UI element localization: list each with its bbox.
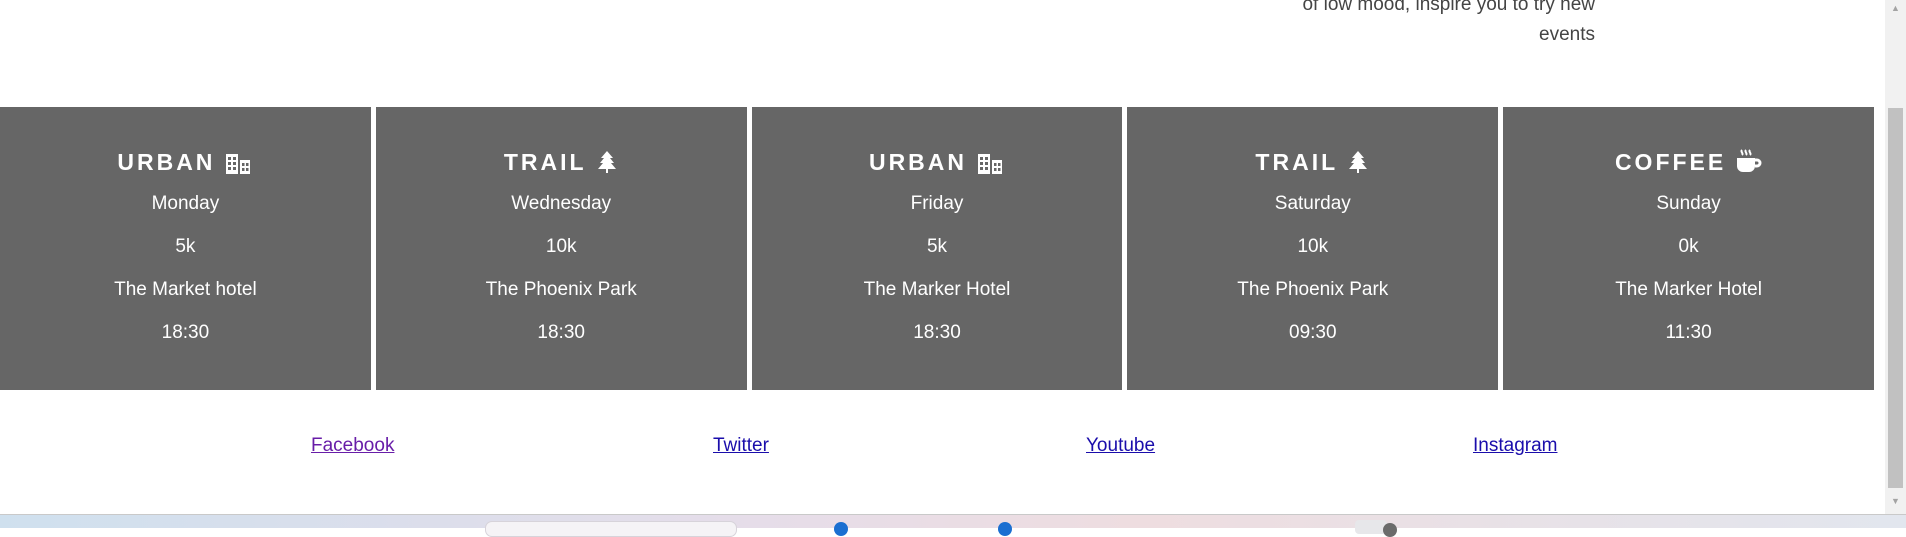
city-icon <box>975 150 1005 174</box>
coffee-icon <box>1734 149 1762 175</box>
scroll-down-arrow-icon[interactable]: ▼ <box>1885 493 1906 510</box>
card-time: 18:30 <box>913 322 961 343</box>
card-location: The Phoenix Park <box>1237 279 1389 300</box>
card-day: Friday <box>910 193 964 214</box>
card-title-label: URBAN <box>117 148 216 175</box>
card-time: 18:30 <box>537 322 585 343</box>
taskbar-search-box[interactable] <box>485 521 737 537</box>
schedule-card-friday: URBAN Friday 5k The Marker Hotel 18:30 <box>751 107 1123 390</box>
youtube-link[interactable]: Youtube <box>1086 435 1155 457</box>
schedule-card-monday: URBAN Monday 5k The Market hotel 18:30 <box>0 107 371 390</box>
card-location: The Phoenix Park <box>485 279 637 300</box>
card-location: The Marker Hotel <box>1615 279 1762 300</box>
city-icon <box>223 150 253 174</box>
intro-line-1: of low mood, inspire you to try new <box>1302 0 1595 15</box>
card-title-label: TRAIL <box>1255 148 1339 175</box>
card-day: Monday <box>151 193 220 214</box>
scroll-up-arrow-icon[interactable]: ▲ <box>1885 0 1906 17</box>
instagram-link[interactable]: Instagram <box>1473 435 1557 457</box>
card-distance: 5k <box>175 236 196 257</box>
tree-icon <box>1346 150 1370 174</box>
intro-text: of low mood, inspire you to try new even… <box>1175 0 1595 50</box>
card-time: 11:30 <box>1665 322 1712 343</box>
card-distance: 0k <box>1678 236 1699 257</box>
card-time: 18:30 <box>161 322 210 343</box>
scrollbar-thumb[interactable] <box>1888 108 1903 488</box>
intro-line-2: events <box>1539 24 1595 45</box>
card-location: The Marker Hotel <box>863 279 1011 300</box>
card-time: 09:30 <box>1289 322 1337 343</box>
card-distance: 5k <box>926 236 948 257</box>
schedule-card-saturday: TRAIL Saturday 10k The Phoenix Park 09:3… <box>1127 107 1499 390</box>
page-viewport: of low mood, inspire you to try new even… <box>0 0 1885 514</box>
card-day: Sunday <box>1656 193 1721 214</box>
schedule-card-sunday: COFFEE Sunday 0k The Marker Hotel 11:30 <box>1503 107 1874 390</box>
vertical-scrollbar[interactable]: ▲ ▼ <box>1885 0 1906 514</box>
card-title-label: URBAN <box>868 148 968 175</box>
card-title: COFFEE <box>1615 147 1762 177</box>
card-title: TRAIL <box>504 147 619 177</box>
card-day: Saturday <box>1274 193 1351 214</box>
schedule-card-wednesday: TRAIL Wednesday 10k The Phoenix Park 18:… <box>375 107 747 390</box>
card-distance: 10k <box>545 236 577 257</box>
card-day: Wednesday <box>511 193 612 214</box>
card-title: URBAN <box>117 147 253 177</box>
facebook-link[interactable]: Facebook <box>311 435 394 457</box>
taskbar-avatar-icon[interactable] <box>1383 523 1397 537</box>
card-title: TRAIL <box>1255 147 1370 177</box>
tree-icon <box>595 150 619 174</box>
taskbar-app-icon[interactable] <box>834 522 848 536</box>
card-location: The Market hotel <box>114 279 257 300</box>
social-links: Facebook Twitter Youtube Instagram <box>0 435 1874 461</box>
card-title-label: COFFEE <box>1614 148 1727 175</box>
card-title-label: TRAIL <box>503 148 587 175</box>
taskbar-app-icon[interactable] <box>998 522 1012 536</box>
card-title: URBAN <box>869 147 1005 177</box>
taskbar-app-icon[interactable] <box>1355 520 1387 534</box>
card-distance: 10k <box>1297 236 1329 257</box>
twitter-link[interactable]: Twitter <box>713 435 769 457</box>
run-schedule: URBAN Monday 5k The Market hotel 18:30 T… <box>0 107 1874 390</box>
taskbar <box>0 514 1906 537</box>
